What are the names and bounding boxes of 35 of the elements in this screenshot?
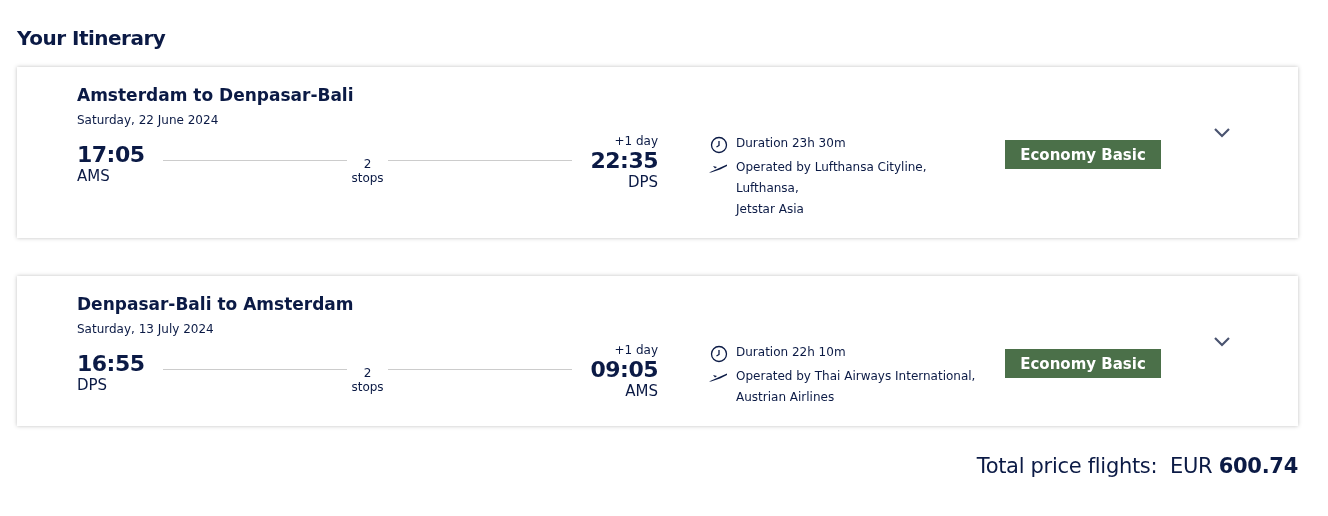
day-offset: +1 day [614, 343, 658, 357]
total-price: Total price flights: EUR 600.74 [976, 454, 1298, 478]
fare-badge: Economy Basic [1005, 140, 1161, 169]
chevron-down-icon[interactable] [1213, 336, 1231, 347]
clock-icon [710, 345, 728, 363]
arrival-time: 22:35 [590, 148, 658, 173]
flight-date: Saturday, 13 July 2024 [77, 322, 214, 336]
route-title: Amsterdam to Denpasar-Bali [77, 85, 354, 105]
route-title: Denpasar-Bali to Amsterdam [77, 294, 354, 314]
departure-time: 17:05 [77, 142, 145, 167]
chevron-down-icon[interactable] [1213, 127, 1231, 138]
airplane-icon [708, 163, 728, 173]
duration-text: Duration 23h 30m [736, 136, 846, 150]
operator-text: Jetstar Asia [736, 202, 805, 216]
stops-label: stops [351, 171, 384, 185]
stops-label: stops [351, 380, 384, 394]
airport-code: DPS [77, 376, 109, 394]
flight-date: Saturday, 22 June 2024 [77, 113, 219, 127]
page-heading: Your Itinerary [17, 26, 167, 50]
operator-text: Operated by Lufthansa Cityline, [736, 160, 927, 174]
day-offset: +1 day [614, 134, 658, 148]
airport-code: AMS [77, 167, 111, 185]
airport-code: DPS [627, 173, 658, 191]
arrival-time: 09:05 [590, 357, 658, 382]
departure-time: 16:55 [77, 351, 145, 376]
clock-icon [710, 136, 728, 154]
duration-text: Duration 22h 10m [736, 345, 846, 359]
airport-code: AMS [625, 382, 658, 400]
stops-count: 2 [363, 366, 372, 380]
operator-text: Operated by Thai Airways International, [736, 369, 976, 383]
fare-badge: Economy Basic [1005, 349, 1161, 378]
operator-text: Austrian Airlines [736, 390, 836, 404]
stops-count: 2 [363, 157, 372, 171]
operator-text: Lufthansa, [736, 181, 800, 195]
airplane-icon [708, 372, 728, 382]
